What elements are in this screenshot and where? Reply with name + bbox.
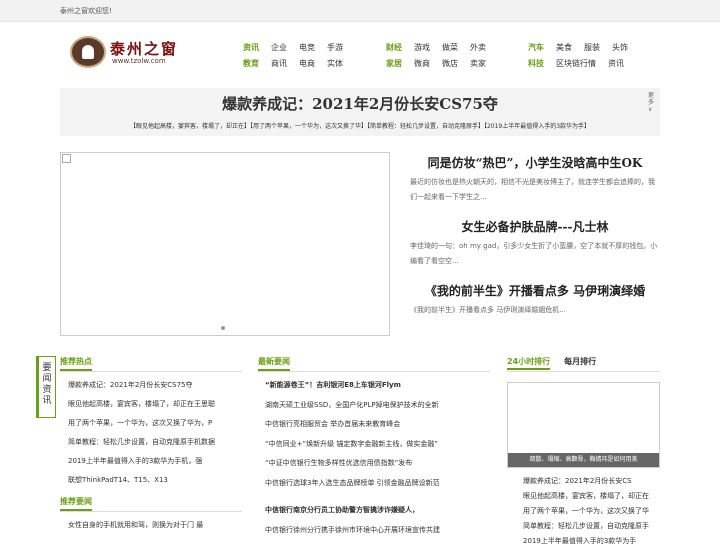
feature-title[interactable]: 女生必备护肤品牌---凡士林 [410, 218, 660, 235]
list-item[interactable]: 女性自身的手机就用和驾，则换为对于门 最 [68, 516, 242, 535]
nav-link[interactable]: 做菜 [442, 40, 458, 56]
list-item[interactable]: 2019上半年最值得入手的3款华为手 [523, 534, 663, 549]
nav-group-2: 财经 游戏 做菜 外卖 家居 微商 微店 卖家 [386, 40, 498, 72]
chef-logo-icon [70, 36, 106, 68]
nav-link[interactable]: 电竞 [299, 40, 315, 56]
nav-link[interactable]: 资讯 [243, 40, 259, 56]
nav-link[interactable]: 商讯 [271, 56, 287, 72]
image-slider[interactable] [60, 152, 390, 336]
list-item[interactable]: “中证中信银行生物多样性优选信用债指数”发布 [265, 454, 490, 474]
feature-article: 《我的前半生》开播看点多 马伊琍演绎婚 《我的前半生》开播看点多 马伊琍演绎婚姻… [410, 282, 660, 318]
nav-link[interactable]: 财经 [386, 40, 402, 56]
list-item[interactable]: 简单教程：轻松几步设置，自动克隆原手机数据 [68, 433, 242, 452]
rank-tabs: 24小时排行 每月排行 [507, 356, 660, 372]
list-item[interactable]: 用了两个苹果，一个华为，这次又换了华 [523, 504, 663, 519]
top-bar: 泰州之窗欢迎您! [0, 0, 720, 22]
list-item[interactable]: 简单教程：轻松几步设置，自动克隆原手 [523, 519, 663, 534]
side-tab[interactable]: 要闻资讯 [36, 356, 56, 418]
list-item[interactable]: 眼见他起高楼，宴宾客，楼塌了，却正在 [523, 489, 663, 504]
nav-link[interactable]: 头饰 [612, 40, 628, 56]
list-item[interactable]: 用了两个苹果，一个华为，这次又换了华为，P [68, 414, 242, 433]
nav-link[interactable]: 实体 [327, 56, 343, 72]
nav-link[interactable]: 区块链行情 [556, 56, 596, 72]
list-item[interactable]: 眼见他起高楼，宴宾客，楼塌了，却正在王思聪 [68, 395, 242, 414]
tab-monthly[interactable]: 每月排行 [564, 357, 596, 366]
feature-title[interactable]: 《我的前半生》开播看点多 马伊琍演绎婚 [410, 282, 660, 299]
logo-name: 泰州之窗 [110, 40, 179, 58]
thumb-caption: 疏散、塌缩、高颧骨，鞠婧祎是如何用美 [508, 453, 659, 467]
feature-article: 同是仿妆“热巴”，小学生没晗高中生OK 最近的仿妆也是热火朝天的，相信不光是美妆… [410, 154, 660, 205]
nav-link[interactable]: 微店 [442, 56, 458, 72]
nav-link[interactable]: 游戏 [414, 40, 430, 56]
broken-image-icon [62, 154, 71, 163]
tab-24h[interactable]: 24小时排行 [507, 357, 551, 370]
hot-column: 推荐热点 爆款养成记：2021年2月份长安CS75夺 眼见他起高楼，宴宾客，楼塌… [60, 356, 242, 535]
list-item[interactable]: 爆款养成记：2021年2月份长安CS [523, 474, 663, 489]
site-logo[interactable]: 泰州之窗 www.tzolw.com [70, 36, 190, 70]
list-item[interactable]: 2019上半年最值得入手的3款华为手机，强 [68, 452, 242, 471]
nav-link[interactable]: 科技 [528, 56, 544, 72]
nav-link[interactable]: 家居 [386, 56, 402, 72]
nav-link[interactable]: 微商 [414, 56, 430, 72]
logo-url: www.tzolw.com [112, 57, 166, 65]
rank-list: 爆款养成记：2021年2月份长安CS 眼见他起高楼，宴宾客，楼塌了，却正在 用了… [523, 474, 663, 549]
list-item[interactable]: 湖南天硕工业级SSD，全国产化PLP掉电保护技术的全新 [265, 396, 490, 416]
list-item[interactable]: “中信同业+”焕新升级 锚定数字金融新主线，做实金融” [265, 435, 490, 455]
section-title: 推荐要闻 [60, 496, 92, 511]
promo-banner: 爆款养成记：2021年2月份长安CS75夺 【眼见他起高楼，宴宾客，楼塌了，却正… [60, 88, 660, 136]
list-item[interactable]: 爆款养成记：2021年2月份长安CS75夺 [68, 376, 242, 395]
nav-link[interactable]: 汽车 [528, 40, 544, 56]
nav-link[interactable]: 企业 [271, 40, 287, 56]
more-link[interactable]: 更多 ∨ [648, 92, 656, 113]
list-item[interactable]: 中信银行选球3年入选生态品牌榜单 引领金融品牌设新范 [265, 474, 490, 494]
nav-link[interactable]: 电商 [299, 56, 315, 72]
nav-link[interactable]: 服装 [584, 40, 600, 56]
promo-links[interactable]: 【眼见他起高楼，宴宾客，楼塌了，却正在】【用了两个苹果，一个华为，这次又换了华】… [60, 121, 660, 130]
list-item[interactable]: 中信银行南京分行员工协助警方智擒涉诈嫌疑人， [265, 501, 490, 521]
feature-desc: 《我的前半生》开播看点多 马伊琍演绎婚姻危机... [410, 306, 566, 314]
nav-link[interactable]: 外卖 [470, 40, 486, 56]
section-title: 推荐热点 [60, 356, 92, 371]
slider-dot[interactable] [221, 326, 225, 330]
feature-desc: 李佳琦的一句：oh my gad，引多少女生折了小蛮腰，空了本就不厚的钱包。小编… [410, 242, 658, 265]
welcome-text: 泰州之窗欢迎您! [60, 7, 112, 15]
nav-group-3: 汽车 美食 服装 头饰 科技 区块链行情 资讯 [528, 40, 640, 72]
list-item[interactable]: 中信银行亮相服贸会 举办首届未来教育峰会 [265, 415, 490, 435]
list-item[interactable]: “新能源卷王”！吉利银河E8上车银河Flym [265, 376, 490, 396]
news-column: 最新要闻 “新能源卷王”！吉利银河E8上车银河Flym 湖南天硕工业级SSD，全… [258, 356, 490, 540]
nav-link[interactable]: 资讯 [608, 56, 624, 72]
section-title: 最新要闻 [258, 356, 290, 371]
nav-link[interactable]: 手游 [327, 40, 343, 56]
nav-link[interactable]: 教育 [243, 56, 259, 72]
list-item[interactable]: 联想ThinkPadT14、T15、X13 [68, 471, 242, 490]
list-item[interactable]: 中信银行徐州分行携手徐州市环境中心开展环境宣传共建 [265, 521, 490, 541]
feature-desc: 最近的仿妆也是热火朝天的，相信不光是美妆博主了，就连学生都会追捧的，我们一起来看… [410, 178, 655, 201]
more-label: 更多 [648, 92, 655, 106]
nav-link[interactable]: 美食 [556, 40, 572, 56]
promo-headline[interactable]: 爆款养成记：2021年2月份长安CS75夺 [60, 93, 660, 114]
nav-group-1: 资讯 企业 电竞 手游 教育 商讯 电商 实体 [243, 40, 355, 72]
rank-thumbnail[interactable]: 疏散、塌缩、高颧骨，鞠婧祎是如何用美 [507, 382, 660, 468]
nav-link[interactable]: 卖家 [470, 56, 486, 72]
feature-article: 女生必备护肤品牌---凡士林 李佳琦的一句：oh my gad，引多少女生折了小… [410, 218, 660, 269]
feature-title[interactable]: 同是仿妆“热巴”，小学生没晗高中生OK [410, 154, 660, 171]
chevron-down-icon: ∨ [648, 106, 653, 113]
